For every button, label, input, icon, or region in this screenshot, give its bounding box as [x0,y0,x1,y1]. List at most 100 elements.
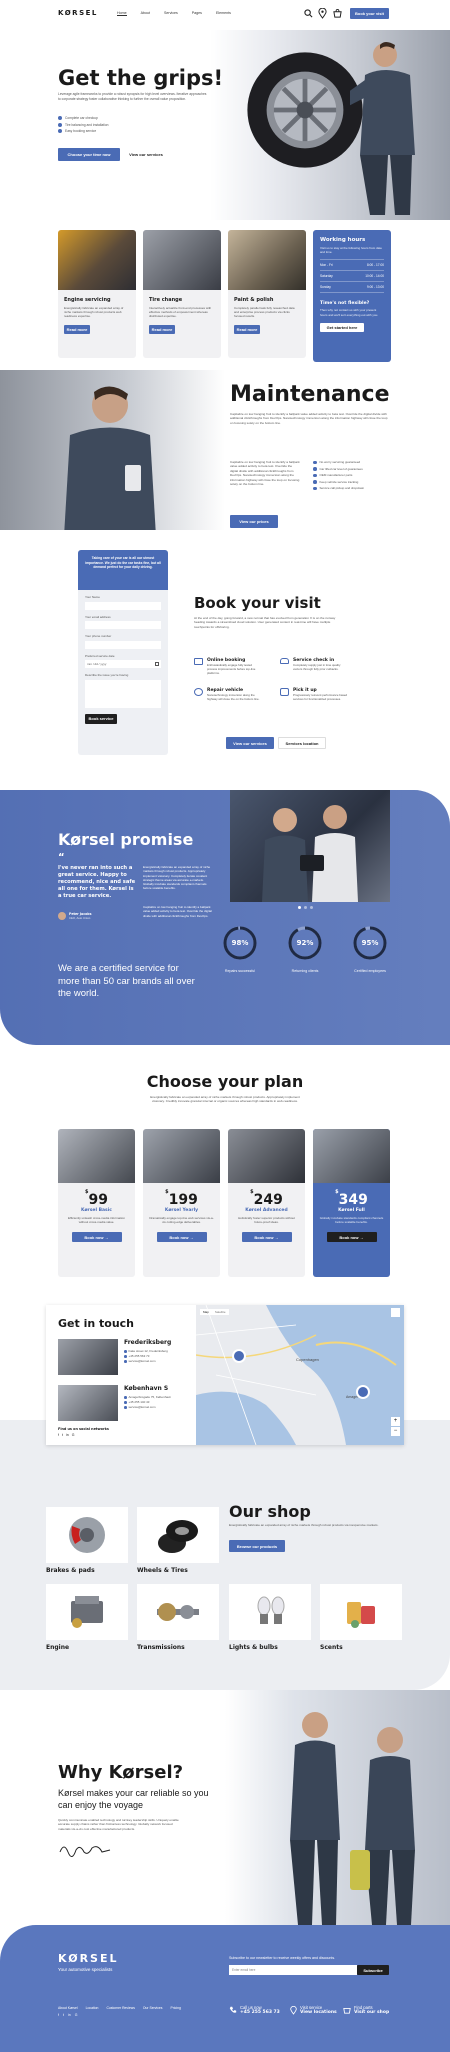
choose-time-button[interactable]: Choose your time now [58,148,120,161]
linkedin-icon[interactable]: in [66,1433,69,1437]
email-field[interactable] [85,621,161,630]
name-field[interactable] [85,601,161,610]
twitter-icon[interactable]: t [62,1433,63,1437]
browse-products-button[interactable]: Browse our products [229,1540,285,1552]
call-us[interactable]: Call us now +45 255 563 73 [229,2005,280,2015]
get-started-button[interactable]: Get started here [320,322,364,332]
view-services-button[interactable]: View our services [124,148,168,161]
footer-logo[interactable]: KØRSEL [58,1952,119,1965]
map-tab[interactable]: Map [200,1309,212,1315]
footer-link[interactable]: About Kørsel [58,2006,78,2010]
promise-section: Kørsel promise “ I've never ran into suc… [0,790,450,1045]
shop-item[interactable]: Transmissions [137,1584,219,1651]
plan-card[interactable]: $249 Kørsel Advanced Holistically foster… [228,1129,305,1277]
service-card[interactable]: Tire change Interactively actualize fron… [143,230,221,358]
shop-item-label: Brakes & pads [46,1567,95,1574]
nav-pages[interactable]: Pages [192,11,202,16]
avatar [58,912,66,920]
footer-link[interactable]: Our Services [143,2006,163,2010]
issue-textarea[interactable] [85,679,161,708]
plan-price: $249 [250,1189,283,1208]
services-location-button[interactable]: Services location [278,737,326,749]
shop-image [229,1584,311,1640]
slider-dot[interactable] [310,906,313,909]
footer-link[interactable]: Customer Reviews [106,2006,134,2010]
wrench-icon [194,688,203,696]
plan-name: Kørsel Full [338,1208,365,1213]
cart-icon[interactable] [333,9,342,18]
location-image [58,1385,118,1421]
hours-row: Mon - Fri 8:00 - 17:00 [320,259,384,270]
footer-link[interactable]: Location [86,2006,99,2010]
zoom-in-button[interactable]: + [391,1417,400,1426]
read-more-button[interactable]: Read more [64,324,90,334]
map-marker-icon[interactable] [232,1349,246,1363]
plan-image [313,1129,390,1183]
plan-card-featured[interactable]: $349 Kørsel Full Globally incubate stand… [313,1129,390,1277]
check-item: Easy booking service [58,129,109,134]
date-field[interactable]: mm / dd / yyyy [85,660,161,669]
nav-about[interactable]: About [141,11,150,16]
logo[interactable]: KØRSEL [58,9,98,17]
map-tab[interactable]: Satellite [212,1309,229,1315]
book-now-button[interactable]: Book now → [241,1232,292,1242]
field-label: Preferred service date [85,653,115,658]
phone-field[interactable] [85,640,161,649]
field-label: Your Name [85,595,100,599]
shop-text: Energistically fabricate an expanded arr… [229,1523,379,1527]
map[interactable]: Map Satellite Copenhagen Amager + − [196,1305,404,1445]
nav-services[interactable]: Services [164,11,178,16]
read-more-button[interactable]: Read more [149,324,175,334]
book-service-button[interactable]: Book service [85,713,117,724]
facebook-icon[interactable]: f [58,1433,59,1437]
view-our-services-button[interactable]: View our services [226,737,274,749]
location-card: Frederiksberg Fake street 12, Frederiksb… [58,1337,198,1377]
read-more-button[interactable]: Read more [234,324,260,334]
service-card[interactable]: Paint & polish Completely parallel task … [228,230,306,358]
shop-item[interactable]: Lights & bulbs [229,1584,311,1651]
linkedin-icon[interactable]: in [68,2013,71,2017]
find-parts[interactable]: Find parts Visit our shop [343,2005,389,2015]
twitter-icon[interactable]: t [63,2013,64,2017]
google-icon[interactable]: G [72,1433,75,1437]
book-now-button[interactable]: Book now → [326,1232,377,1242]
shop-item-label: Wheels & Tires [137,1567,188,1574]
shop-item[interactable]: Brakes & pads [46,1507,128,1574]
shop-item[interactable]: Engine [46,1584,128,1651]
view-prices-button[interactable]: View our prices [230,515,278,528]
nav-elements[interactable]: Elements [216,11,231,16]
location-address: Fake street 12, Frederiksberg +45 255 56… [124,1349,168,1364]
visit-service[interactable]: Visit service View locations [290,2005,337,2015]
shop-item[interactable]: Wheels & Tires [137,1507,219,1574]
plan-text: Efficiently unleash cross-media informat… [68,1216,125,1224]
service-card[interactable]: Engine servicing Energistically fabricat… [58,230,136,358]
book-now-button[interactable]: Book now → [156,1232,207,1242]
flex-text: Then why not contact us with your presen… [320,308,379,317]
phone-icon [124,1355,127,1358]
map-marker-icon[interactable] [356,1385,370,1399]
engine-icon [71,1596,103,1628]
map-pin-icon[interactable] [318,8,327,19]
service-title: Paint & polish [234,297,274,303]
slider-dot[interactable] [304,906,307,909]
plan-card[interactable]: $199 Kørsel Yearly Dramatically engage t… [143,1129,220,1277]
calendar-icon[interactable] [155,662,159,667]
google-icon[interactable]: G [75,2013,78,2017]
book-now-button[interactable]: Book now → [71,1232,122,1242]
stat: 95% Certified employees [340,925,400,973]
plan-card[interactable]: $99 Kørsel Basic Efficiently unleash cro… [58,1129,135,1277]
slider-dot[interactable] [298,906,301,909]
subscribe-button[interactable]: Subscribe [357,1965,389,1975]
booking-section: Taking care of your car is all our utmos… [0,530,450,790]
search-icon[interactable] [304,9,313,18]
email-input[interactable]: Enter email here [229,1965,357,1975]
plan-text: Holistically foster superior products wi… [238,1216,295,1224]
facebook-icon[interactable]: f [58,2013,59,2017]
zoom-out-button[interactable]: − [391,1427,400,1436]
nav-home[interactable]: Home [117,11,127,16]
fullscreen-icon[interactable] [391,1308,400,1317]
book-visit-button[interactable]: Book your visit [350,8,389,19]
shop-item[interactable]: Scents [320,1584,402,1651]
arrow-right-icon: → [273,1234,279,1240]
footer-link[interactable]: Pricing [171,2006,181,2010]
